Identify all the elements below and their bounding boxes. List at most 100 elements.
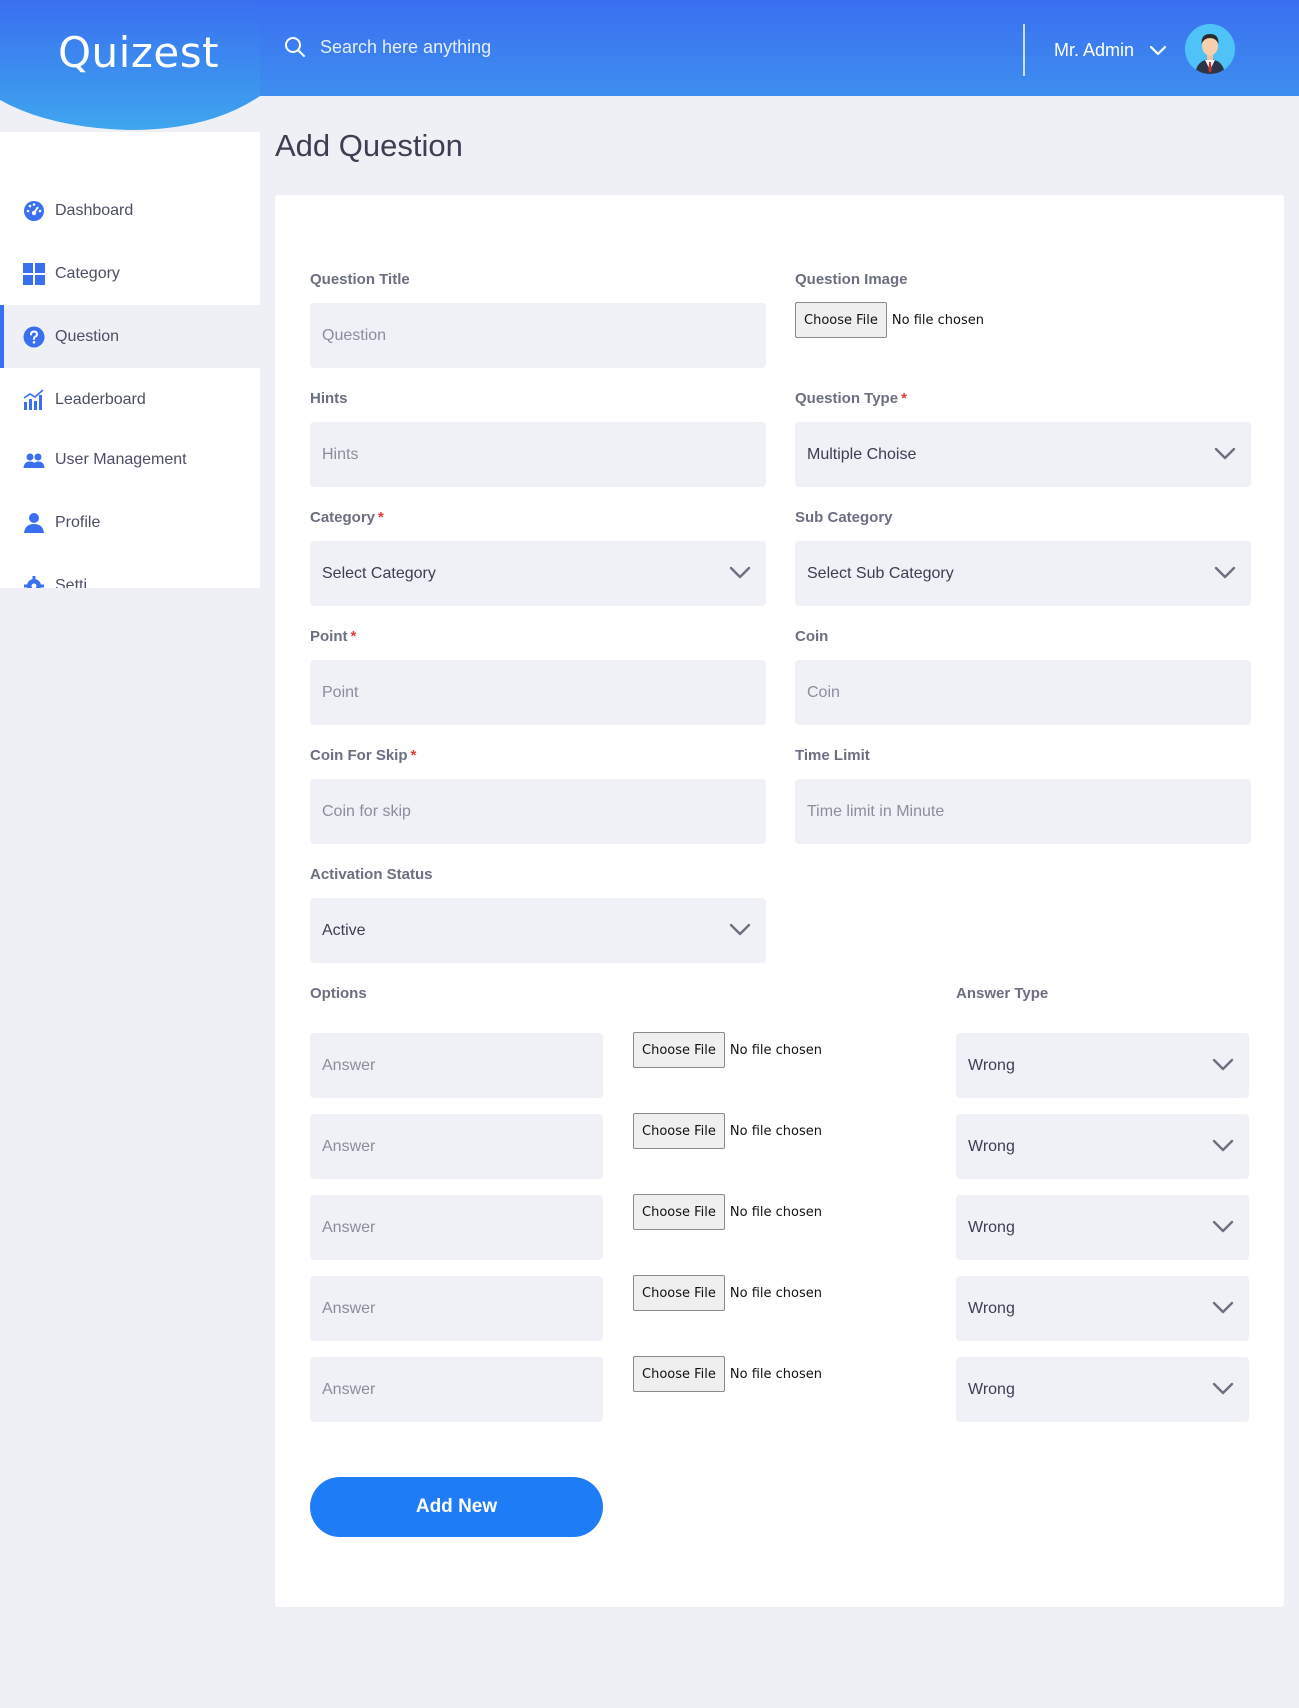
- file-status: No file chosen: [729, 1366, 822, 1382]
- bar-chart-icon: [22, 388, 46, 412]
- chevron-down-icon[interactable]: [1148, 44, 1168, 58]
- question-image-file-input[interactable]: Choose File No file chosen: [795, 302, 984, 338]
- sidebar-item-settings[interactable]: Setti: [0, 554, 260, 588]
- answer-type-select[interactable]: Wrong: [956, 1357, 1249, 1422]
- activation-status-value: Active: [322, 921, 366, 939]
- answer-type-select[interactable]: Wrong: [956, 1195, 1249, 1260]
- time-limit-placeholder: Time limit in Minute: [807, 802, 945, 820]
- answer-placeholder: Answer: [322, 1380, 376, 1398]
- question-type-label: Question Type *: [795, 390, 907, 407]
- activation-status-label: Activation Status: [310, 866, 433, 883]
- coin-input[interactable]: Coin: [795, 660, 1251, 725]
- header-divider: [1023, 24, 1025, 76]
- file-status: No file chosen: [729, 1204, 822, 1220]
- choose-file-button[interactable]: Choose File: [633, 1356, 725, 1392]
- answer-type-select[interactable]: Wrong: [956, 1276, 1249, 1341]
- dashboard-gauge-icon: [22, 199, 46, 223]
- coin-for-skip-label: Coin For Skip *: [310, 747, 417, 764]
- answer-type-value: Wrong: [968, 1218, 1015, 1236]
- search-bar[interactable]: Search here anything: [284, 36, 491, 58]
- option-answer-input[interactable]: Answer: [310, 1357, 603, 1422]
- option-file-input[interactable]: Choose File No file chosen: [633, 1113, 822, 1149]
- answer-placeholder: Answer: [322, 1299, 376, 1317]
- sidebar-item-question[interactable]: Question: [0, 305, 260, 368]
- option-answer-input[interactable]: Answer: [310, 1276, 603, 1341]
- answer-type-select[interactable]: Wrong: [956, 1033, 1249, 1098]
- sidebar-item-leaderboard[interactable]: Leaderboard: [0, 368, 260, 431]
- coin-label: Coin: [795, 628, 829, 645]
- sidebar-item-category[interactable]: Category: [0, 242, 260, 305]
- search-input[interactable]: Search here anything: [320, 37, 491, 58]
- choose-file-button[interactable]: Choose File: [633, 1032, 725, 1068]
- avatar[interactable]: [1185, 24, 1235, 74]
- hints-input[interactable]: Hints: [310, 422, 766, 487]
- option-file-input[interactable]: Choose File No file chosen: [633, 1356, 822, 1392]
- activation-status-select[interactable]: Active: [310, 898, 766, 963]
- question-image-label: Question Image: [795, 271, 908, 288]
- question-type-select[interactable]: Multiple Choise: [795, 422, 1251, 487]
- sidebar-item-label: Dashboard: [55, 201, 134, 219]
- choose-file-button[interactable]: Choose File: [795, 302, 887, 338]
- option-answer-input[interactable]: Answer: [310, 1033, 603, 1098]
- sidebar-item-label: Setti: [55, 576, 88, 589]
- hints-label: Hints: [310, 390, 348, 407]
- option-file-input[interactable]: Choose File No file chosen: [633, 1275, 822, 1311]
- chevron-down-icon: [1212, 1139, 1234, 1152]
- gear-icon: [22, 574, 46, 588]
- sidebar-item-user-management[interactable]: User Management: [0, 428, 260, 491]
- user-icon: [22, 511, 46, 535]
- option-answer-input[interactable]: Answer: [310, 1195, 603, 1260]
- required-marker: *: [410, 747, 417, 764]
- sub-category-select[interactable]: Select Sub Category: [795, 541, 1251, 606]
- sidebar-item-profile[interactable]: Profile: [0, 491, 260, 554]
- sidebar-item-label: Category: [55, 264, 120, 282]
- time-limit-label: Time Limit: [795, 747, 870, 764]
- choose-file-button[interactable]: Choose File: [633, 1194, 725, 1230]
- users-icon: [22, 448, 46, 472]
- question-title-input[interactable]: Question: [310, 303, 766, 368]
- chevron-down-icon: [729, 566, 751, 579]
- add-new-button[interactable]: Add New: [310, 1477, 603, 1537]
- choose-file-button[interactable]: Choose File: [633, 1113, 725, 1149]
- file-status: No file chosen: [729, 1042, 822, 1058]
- chevron-down-icon: [1212, 1058, 1234, 1071]
- answer-placeholder: Answer: [322, 1218, 376, 1236]
- coin-for-skip-placeholder: Coin for skip: [322, 802, 411, 820]
- add-question-form: Question Title Question Question Image C…: [275, 195, 1284, 1607]
- choose-file-button[interactable]: Choose File: [633, 1275, 725, 1311]
- chevron-down-icon: [729, 923, 751, 936]
- answer-type-value: Wrong: [968, 1380, 1015, 1398]
- required-marker: *: [901, 390, 907, 407]
- chevron-down-icon: [1214, 566, 1236, 579]
- app-logo[interactable]: Quizest: [58, 28, 219, 77]
- file-status: No file chosen: [891, 312, 984, 328]
- category-label: Category *: [310, 509, 384, 526]
- answer-type-value: Wrong: [968, 1299, 1015, 1317]
- page-title: Add Question: [275, 128, 463, 163]
- chevron-down-icon: [1212, 1220, 1234, 1233]
- answer-placeholder: Answer: [322, 1137, 376, 1155]
- question-title-placeholder: Question: [322, 326, 387, 344]
- answer-type-value: Wrong: [968, 1137, 1015, 1155]
- sidebar-item-label: Profile: [55, 513, 101, 531]
- sidebar: Dashboard Category Question Leaderboard …: [0, 132, 260, 588]
- sub-category-label: Sub Category: [795, 509, 893, 526]
- avatar-icon: [1185, 24, 1235, 74]
- point-input[interactable]: Point: [310, 660, 766, 725]
- option-file-input[interactable]: Choose File No file chosen: [633, 1194, 822, 1230]
- search-icon: [285, 37, 305, 57]
- answer-placeholder: Answer: [322, 1056, 376, 1074]
- time-limit-input[interactable]: Time limit in Minute: [795, 779, 1251, 844]
- question-title-label: Question Title: [310, 271, 410, 288]
- answer-type-select[interactable]: Wrong: [956, 1114, 1249, 1179]
- option-answer-input[interactable]: Answer: [310, 1114, 603, 1179]
- coin-for-skip-input[interactable]: Coin for skip: [310, 779, 766, 844]
- category-select[interactable]: Select Category: [310, 541, 766, 606]
- user-name[interactable]: Mr. Admin: [1054, 40, 1134, 61]
- file-status: No file chosen: [729, 1123, 822, 1139]
- sidebar-item-dashboard[interactable]: Dashboard: [0, 179, 260, 242]
- sub-category-value: Select Sub Category: [807, 564, 954, 582]
- grid-icon: [22, 262, 46, 286]
- option-file-input[interactable]: Choose File No file chosen: [633, 1032, 822, 1068]
- chevron-down-icon: [1214, 447, 1236, 460]
